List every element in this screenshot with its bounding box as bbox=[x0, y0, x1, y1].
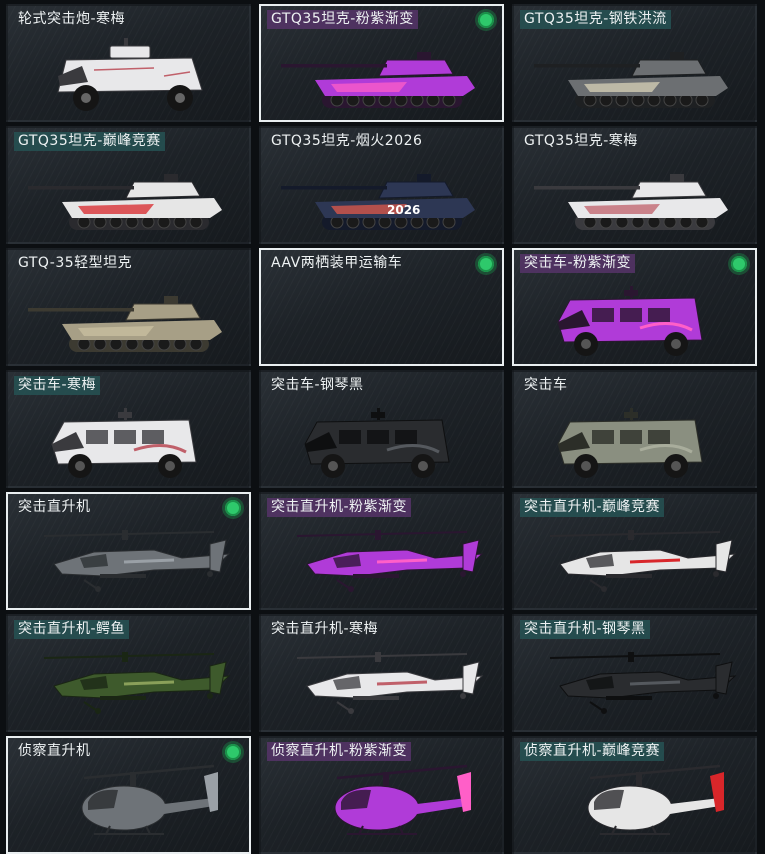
vehicle-skin-card[interactable]: 突击车-寒梅 bbox=[6, 370, 251, 488]
attack-helicopter-illustration bbox=[43, 530, 230, 592]
vehicle-skin-card[interactable]: 突击直升机 bbox=[6, 492, 251, 610]
scout-helicopter-illustration bbox=[81, 764, 218, 835]
vehicle-skin-card[interactable]: 侦察直升机-巅峰竞赛 bbox=[512, 736, 757, 854]
vehicle-preview bbox=[8, 150, 249, 238]
equipped-status-icon bbox=[478, 256, 494, 272]
vehicle-skin-card[interactable]: GTQ35坦克-烟火2026 2026 bbox=[259, 126, 504, 244]
vehicle-skin-card[interactable]: 轮式突击炮-寒梅 bbox=[6, 4, 251, 122]
vehicle-preview bbox=[514, 394, 755, 482]
vehicle-preview bbox=[514, 28, 755, 116]
svg-text:2026: 2026 bbox=[387, 203, 420, 217]
vehicle-preview bbox=[8, 394, 249, 482]
vehicle-skin-card[interactable]: GTQ35坦克-钢铁洪流 bbox=[512, 4, 757, 122]
attack-helicopter-illustration bbox=[549, 530, 736, 592]
vehicle-preview bbox=[514, 638, 755, 726]
vehicle-skin-card[interactable]: AAV两栖装甲运输车 bbox=[259, 248, 504, 366]
vehicle-preview bbox=[261, 638, 502, 726]
vehicle-skin-card[interactable]: GTQ35坦克-巅峰竞赛 bbox=[6, 126, 251, 244]
armored-truck-illustration bbox=[50, 408, 197, 478]
tank-illustration: 2026 bbox=[280, 174, 475, 230]
tank-illustration bbox=[280, 52, 475, 108]
vehicle-preview bbox=[8, 516, 249, 604]
vehicle-preview bbox=[514, 760, 755, 848]
vehicle-skin-card[interactable]: 突击车-钢琴黑 bbox=[259, 370, 504, 488]
tank-illustration bbox=[533, 52, 728, 108]
vehicle-skin-card[interactable]: 突击直升机-巅峰竞赛 bbox=[512, 492, 757, 610]
vehicle-skin-card[interactable]: 突击直升机-钢琴黑 bbox=[512, 614, 757, 732]
vehicle-preview bbox=[8, 760, 249, 848]
scout-helicopter-illustration bbox=[587, 764, 724, 835]
vehicle-preview bbox=[8, 272, 249, 360]
vehicle-preview bbox=[514, 150, 755, 238]
vehicle-preview bbox=[514, 272, 755, 360]
vehicle-skin-card[interactable]: GTQ35坦克-寒梅 bbox=[512, 126, 757, 244]
vehicle-preview bbox=[8, 638, 249, 726]
wheeled-gun-illustration bbox=[56, 38, 203, 111]
vehicle-skin-card[interactable]: 突击车-粉紫渐变 bbox=[512, 248, 757, 366]
vehicle-skin-card[interactable]: 突击直升机-鳄鱼 bbox=[6, 614, 251, 732]
tank-illustration bbox=[533, 174, 728, 230]
vehicle-preview bbox=[261, 272, 502, 360]
tank-illustration bbox=[27, 174, 222, 230]
vehicle-skin-grid: 轮式突击炮-寒梅 GTQ35坦克-粉紫渐变 GTQ35坦克-钢铁洪流 GTQ35… bbox=[0, 0, 765, 854]
vehicle-preview bbox=[8, 28, 249, 116]
scout-helicopter-illustration bbox=[334, 764, 471, 835]
attack-helicopter-illustration bbox=[296, 530, 483, 592]
vehicle-preview bbox=[514, 516, 755, 604]
attack-helicopter-illustration bbox=[43, 652, 230, 714]
vehicle-skin-name: AAV两栖装甲运输车 bbox=[271, 255, 403, 271]
vehicle-preview bbox=[261, 28, 502, 116]
armored-truck-illustration bbox=[556, 408, 703, 478]
vehicle-skin-card[interactable]: 突击直升机-寒梅 bbox=[259, 614, 504, 732]
vehicle-skin-card[interactable]: GTQ-35轻型坦克 bbox=[6, 248, 251, 366]
attack-helicopter-illustration bbox=[549, 652, 736, 714]
vehicle-preview bbox=[261, 516, 502, 604]
vehicle-preview bbox=[261, 760, 502, 848]
armored-truck-illustration bbox=[303, 408, 450, 478]
vehicle-preview: 2026 bbox=[261, 150, 502, 238]
vehicle-preview bbox=[261, 394, 502, 482]
vehicle-skin-card[interactable]: 突击直升机-粉紫渐变 bbox=[259, 492, 504, 610]
vehicle-skin-card[interactable]: 侦察直升机-粉紫渐变 bbox=[259, 736, 504, 854]
vehicle-skin-card[interactable]: 突击车 bbox=[512, 370, 757, 488]
vehicle-skin-card[interactable]: GTQ35坦克-粉紫渐变 bbox=[259, 4, 504, 122]
tank-illustration bbox=[27, 296, 222, 352]
armored-truck-illustration bbox=[556, 286, 703, 356]
attack-helicopter-illustration bbox=[296, 652, 483, 714]
vehicle-skin-card[interactable]: 侦察直升机 bbox=[6, 736, 251, 854]
